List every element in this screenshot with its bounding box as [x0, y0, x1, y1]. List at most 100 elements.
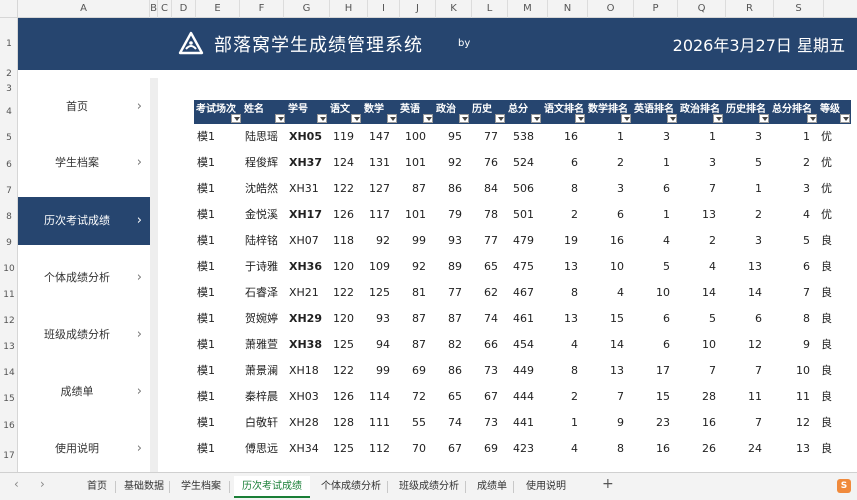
- table-cell[interactable]: 87: [398, 332, 434, 358]
- table-cell[interactable]: 石睿泽: [242, 280, 286, 306]
- filter-dropdown-icon[interactable]: [459, 114, 469, 123]
- row-header[interactable]: 12: [0, 308, 18, 334]
- table-cell[interactable]: 傅思远: [242, 436, 286, 462]
- sheet-tab[interactable]: 历次考试成绩: [234, 476, 310, 498]
- sidebar-item[interactable]: 成绩单 ›: [18, 368, 150, 416]
- table-cell[interactable]: 7: [770, 280, 818, 306]
- table-cell[interactable]: 101: [398, 150, 434, 176]
- table-cell[interactable]: 10: [678, 332, 724, 358]
- table-cell[interactable]: XH05: [286, 124, 328, 150]
- table-row[interactable]: 模1 陆思瑶 XH05 119 147 100 95 77 538 16 1 3 1 3 1 优: [194, 124, 851, 150]
- table-cell[interactable]: 金悦溪: [242, 202, 286, 228]
- table-cell[interactable]: 模1: [194, 436, 242, 462]
- table-cell[interactable]: 良: [818, 228, 851, 254]
- table-cell[interactable]: 101: [398, 202, 434, 228]
- table-cell[interactable]: 19: [542, 228, 586, 254]
- table-row[interactable]: 模1 沈皓然 XH31 122 127 87 86 84 506 8 3 6 7 1 3 优: [194, 176, 851, 202]
- table-cell[interactable]: 119: [328, 124, 362, 150]
- sidebar-item[interactable]: 班级成绩分析 ›: [18, 311, 150, 359]
- table-cell[interactable]: XH38: [286, 332, 328, 358]
- table-cell[interactable]: 13: [770, 436, 818, 462]
- table-cell[interactable]: 陆思瑶: [242, 124, 286, 150]
- table-cell[interactable]: 优: [818, 150, 851, 176]
- table-cell[interactable]: 16: [678, 410, 724, 436]
- table-cell[interactable]: 沈皓然: [242, 176, 286, 202]
- table-cell[interactable]: XH28: [286, 410, 328, 436]
- filter-dropdown-icon[interactable]: [387, 114, 397, 123]
- column-header[interactable]: L: [472, 0, 508, 18]
- table-cell[interactable]: 17: [632, 358, 678, 384]
- select-all-corner[interactable]: [0, 0, 18, 18]
- table-cell[interactable]: 538: [506, 124, 542, 150]
- row-header[interactable]: 16: [0, 412, 18, 440]
- filter-dropdown-icon[interactable]: [667, 114, 677, 123]
- table-cell[interactable]: 模1: [194, 410, 242, 436]
- table-cell[interactable]: 1: [632, 150, 678, 176]
- sheet-tab[interactable]: 班级成绩分析: [392, 476, 466, 498]
- filter-dropdown-icon[interactable]: [423, 114, 433, 123]
- table-row[interactable]: 模1 陆梓铭 XH07 118 92 99 93 77 479 19 16 4 2 3 5 良: [194, 228, 851, 254]
- table-cell[interactable]: 524: [506, 150, 542, 176]
- table-cell[interactable]: 2: [770, 150, 818, 176]
- table-cell[interactable]: 84: [470, 176, 506, 202]
- table-cell[interactable]: 模1: [194, 384, 242, 410]
- column-header[interactable]: Q: [678, 0, 726, 18]
- table-cell[interactable]: 8: [542, 280, 586, 306]
- table-cell[interactable]: 127: [362, 176, 398, 202]
- table-cell[interactable]: 4: [770, 202, 818, 228]
- table-cell[interactable]: 3: [724, 228, 770, 254]
- table-cell[interactable]: 93: [434, 228, 470, 254]
- sidebar-item[interactable]: 个体成绩分析 ›: [18, 254, 150, 302]
- column-header[interactable]: B: [150, 0, 158, 18]
- table-cell[interactable]: 24: [724, 436, 770, 462]
- table-cell[interactable]: 67: [434, 436, 470, 462]
- table-cell[interactable]: 模1: [194, 228, 242, 254]
- table-cell[interactable]: 16: [542, 124, 586, 150]
- table-cell[interactable]: 100: [398, 124, 434, 150]
- row-header[interactable]: 7: [0, 178, 18, 204]
- column-header[interactable]: R: [726, 0, 774, 18]
- column-header[interactable]: C: [158, 0, 172, 18]
- table-cell[interactable]: 良: [818, 332, 851, 358]
- table-cell[interactable]: 5: [632, 254, 678, 280]
- table-cell[interactable]: 441: [506, 410, 542, 436]
- table-cell[interactable]: 1: [586, 124, 632, 150]
- table-cell[interactable]: 55: [398, 410, 434, 436]
- add-sheet-button[interactable]: +: [602, 476, 614, 492]
- table-cell[interactable]: 6: [586, 202, 632, 228]
- table-cell[interactable]: 126: [328, 384, 362, 410]
- table-cell[interactable]: 12: [770, 410, 818, 436]
- filter-dropdown-icon[interactable]: [575, 114, 585, 123]
- table-cell[interactable]: 良: [818, 384, 851, 410]
- row-header[interactable]: 4: [0, 100, 18, 124]
- table-cell[interactable]: 114: [362, 384, 398, 410]
- filter-dropdown-icon[interactable]: [531, 114, 541, 123]
- table-cell[interactable]: 3: [632, 124, 678, 150]
- table-cell[interactable]: 120: [328, 254, 362, 280]
- table-cell[interactable]: 87: [398, 176, 434, 202]
- sidebar-item[interactable]: 首页 ›: [18, 83, 150, 131]
- filter-dropdown-icon[interactable]: [621, 114, 631, 123]
- table-cell[interactable]: 73: [470, 410, 506, 436]
- column-header[interactable]: A: [18, 0, 150, 18]
- table-cell[interactable]: 454: [506, 332, 542, 358]
- sidebar-item[interactable]: 历次考试成绩 ›: [18, 197, 150, 245]
- table-cell[interactable]: 4: [632, 228, 678, 254]
- row-header[interactable]: 9: [0, 230, 18, 256]
- column-header[interactable]: E: [196, 0, 240, 18]
- table-cell[interactable]: 8: [542, 176, 586, 202]
- table-cell[interactable]: 95: [434, 124, 470, 150]
- table-cell[interactable]: 67: [470, 384, 506, 410]
- table-cell[interactable]: 77: [434, 280, 470, 306]
- table-cell[interactable]: 122: [328, 358, 362, 384]
- table-cell[interactable]: 1: [542, 410, 586, 436]
- table-cell[interactable]: 2: [542, 384, 586, 410]
- table-cell[interactable]: 13: [724, 254, 770, 280]
- table-cell[interactable]: 10: [586, 254, 632, 280]
- table-cell[interactable]: 423: [506, 436, 542, 462]
- table-cell[interactable]: 128: [328, 410, 362, 436]
- table-cell[interactable]: 14: [678, 280, 724, 306]
- row-header[interactable]: 15: [0, 386, 18, 412]
- row-header[interactable]: 8: [0, 204, 18, 230]
- table-cell[interactable]: 良: [818, 358, 851, 384]
